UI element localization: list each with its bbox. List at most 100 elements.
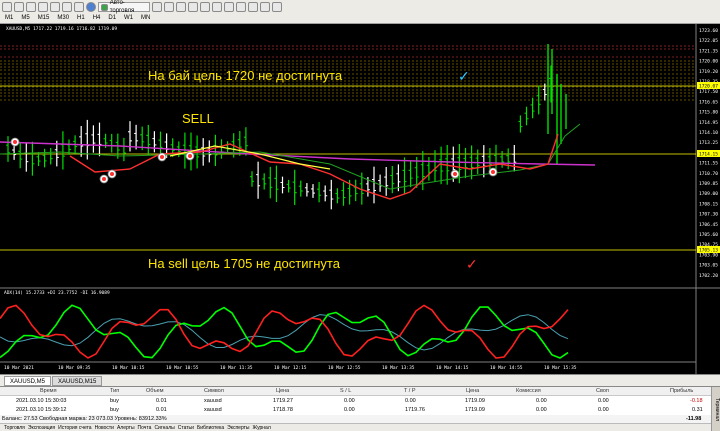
price-tick: 1722.05 [699, 38, 718, 44]
templates-icon[interactable] [272, 2, 282, 12]
indicator-header: ADX(14) 15.2733 +DI 23.7752 -DI 16.9089 [4, 290, 110, 296]
periods-icon[interactable] [260, 2, 270, 12]
tester-icon[interactable] [74, 2, 84, 12]
play-icon [101, 3, 108, 11]
price-tick: 1723.60 [699, 28, 718, 34]
signal-marker-dot [110, 172, 114, 176]
zoom-in-icon[interactable] [188, 2, 198, 12]
terminal-tab[interactable]: Новости [95, 424, 114, 431]
row-price: 1718.78 [273, 407, 293, 413]
col-price[interactable]: Цена [276, 387, 289, 396]
col-symbol[interactable]: Символ [204, 387, 224, 396]
time-tick: 10 Mar 11:35 [220, 365, 253, 371]
autoscroll-icon[interactable] [224, 2, 234, 12]
new-order-icon[interactable] [86, 2, 96, 12]
signal-marker-dot [188, 154, 192, 158]
sell-target-annotation: На sell цель 1705 не достигнута [148, 256, 340, 271]
row-price: 1719.27 [273, 398, 293, 404]
adx-plus-di-line [0, 304, 569, 359]
table-row[interactable]: 2021.03.10 15:30:03 buy 0.01 xauusd 1719… [0, 397, 711, 406]
price-tick: 1709.85 [699, 181, 718, 187]
terminal-tab[interactable]: Почта [138, 424, 152, 431]
time-tick: 10 Mar 15:35 [544, 365, 577, 371]
checkmark-red-icon: ✓ [466, 256, 478, 272]
row-time: 2021.03.10 15:30:03 [16, 398, 67, 404]
tab-xauusd-m5[interactable]: XAUUSD,M5 [4, 376, 52, 386]
price-highlight-label: 1720.07 [699, 84, 718, 90]
price-highlight-label: 1714.15 [699, 152, 718, 158]
time-tick: 10 Mar 12:15 [274, 365, 307, 371]
price-tick: 1721.35 [699, 48, 718, 54]
candle-chart-icon[interactable] [164, 2, 174, 12]
col-commission[interactable]: Комиссия [516, 387, 541, 396]
col-swap[interactable]: Своп [596, 387, 609, 396]
sell-label-annotation: SELL [182, 111, 214, 126]
timeframe-bar: M1 M5 M15 M30 H1 H4 D1 W1 MN [0, 12, 153, 24]
terminal-tab[interactable]: Библиотека [197, 424, 224, 431]
row-volume: 0.01 [156, 398, 167, 404]
time-tick: 10 Mar 13:35 [382, 365, 415, 371]
col-sl[interactable]: S / L [340, 387, 351, 396]
indicators-icon[interactable] [248, 2, 258, 12]
price-tick: 1709.00 [699, 191, 718, 197]
terminal-tab[interactable]: Сигналы [154, 424, 174, 431]
zoom-out-icon[interactable] [200, 2, 210, 12]
signal-marker-dot [453, 172, 457, 176]
col-profit[interactable]: Прибыль [670, 387, 693, 396]
terminal-tab[interactable]: Эксперты [227, 424, 249, 431]
data-window-icon[interactable] [38, 2, 48, 12]
market-watch-icon[interactable] [26, 2, 36, 12]
timeframe-h1[interactable]: H1 [74, 15, 88, 21]
autotrade-button[interactable]: Авто-торговля [98, 0, 150, 14]
price-tick: 1720.00 [699, 59, 718, 65]
tab-xauusd-m15[interactable]: XAUUSD,M15 [52, 376, 103, 386]
signal-marker-dot [102, 177, 106, 181]
terminal-tab[interactable]: История счета [58, 424, 91, 431]
timeframe-m5[interactable]: M5 [18, 15, 32, 21]
terminal-side-label[interactable]: Терминал [711, 387, 720, 431]
timeframe-w1[interactable]: W1 [121, 15, 136, 21]
navigator-icon[interactable] [50, 2, 60, 12]
signal-marker-dot [160, 155, 164, 159]
shift-icon[interactable] [236, 2, 246, 12]
timeframe-mn[interactable]: MN [138, 15, 153, 21]
row-swap: 0.00 [598, 407, 609, 413]
terminal-tab[interactable]: Статьи [178, 424, 194, 431]
timeframe-m1[interactable]: M1 [2, 15, 16, 21]
price-tick: 1707.30 [699, 212, 718, 218]
terminal-tab[interactable]: Журнал [253, 424, 271, 431]
row-tp: 0.00 [405, 398, 416, 404]
price-tick: 1706.45 [699, 222, 718, 228]
row-volume: 0.01 [156, 407, 167, 413]
chart-header: XAUUSD,M5 1717.22 1719.16 1716.82 1719.0… [6, 26, 117, 32]
terminal-icon[interactable] [62, 2, 72, 12]
terminal-tab[interactable]: Алерты [117, 424, 135, 431]
row-swap: 0.00 [598, 398, 609, 404]
price-tick: 1717.50 [699, 89, 718, 95]
timeframe-m15[interactable]: M15 [35, 15, 53, 21]
line-chart-icon[interactable] [176, 2, 186, 12]
table-row[interactable]: 2021.03.10 15:39:12 buy 0.01 xauusd 1718… [0, 406, 711, 415]
timeframe-m30[interactable]: M30 [54, 15, 72, 21]
profiles-icon[interactable] [14, 2, 24, 12]
row-time: 2021.03.10 15:39:12 [16, 407, 67, 413]
row-current-price: 1719.09 [465, 398, 485, 404]
new-chart-icon[interactable] [2, 2, 12, 12]
toolbar: Авто-торговля M1 M5 M15 M30 H1 H4 D1 W1 MN [0, 0, 720, 24]
tile-icon[interactable] [212, 2, 222, 12]
col-current-price[interactable]: Цена [466, 387, 479, 396]
col-time[interactable]: Время [40, 387, 57, 396]
price-tick: 1703.05 [699, 263, 718, 269]
terminal-header: Время Тип Объем Символ Цена S / L T / P … [0, 387, 711, 396]
row-tp: 1719.76 [405, 407, 425, 413]
timeframe-d1[interactable]: D1 [105, 15, 119, 21]
chart-area[interactable]: XAUUSD,M5 1717.22 1719.16 1716.82 1719.0… [0, 24, 720, 374]
col-type[interactable]: Тип [110, 387, 119, 396]
terminal-tab[interactable]: Экспозиция [28, 424, 55, 431]
timeframe-h4[interactable]: H4 [90, 15, 104, 21]
col-tp[interactable]: T / P [404, 387, 416, 396]
bar-chart-icon[interactable] [152, 2, 162, 12]
terminal-tab[interactable]: Торговля [4, 424, 25, 431]
col-volume[interactable]: Объем [146, 387, 164, 396]
row-profit: -0.18 [690, 398, 703, 404]
